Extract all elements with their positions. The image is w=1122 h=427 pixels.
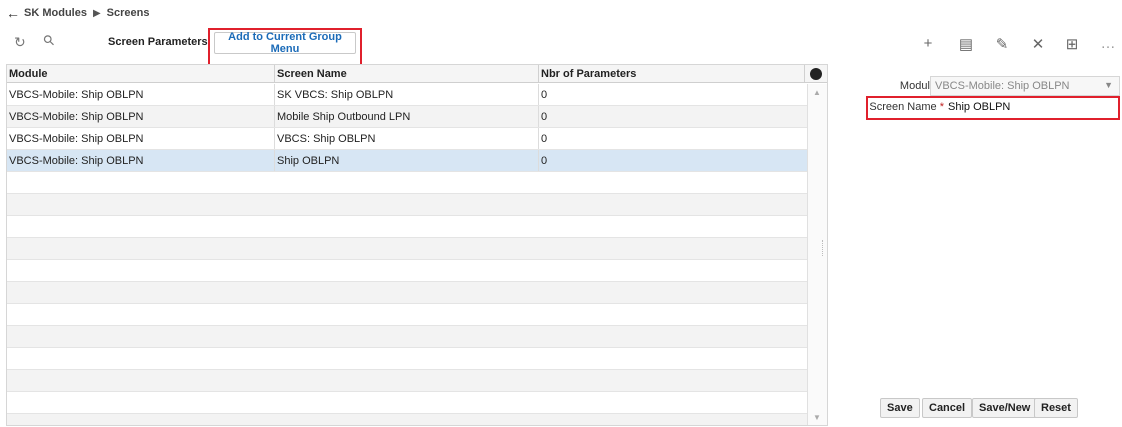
empty-table-row — [7, 194, 807, 216]
empty-table-row — [7, 216, 807, 238]
refresh-icon[interactable]: ↻ — [14, 34, 26, 51]
screens-grid: Module Screen Name Nbr of Parameters VBC… — [6, 64, 828, 426]
search-icon[interactable]: ⚲ — [39, 31, 58, 50]
cell-screen-name[interactable]: Ship OBLPN — [275, 150, 539, 171]
gear-icon[interactable] — [810, 67, 822, 80]
edit-icon[interactable]: ✎ — [992, 35, 1012, 53]
empty-table-row — [7, 238, 807, 260]
cell-nbr-of-parameters[interactable]: 0 — [539, 84, 805, 105]
more-icon[interactable]: … — [1098, 35, 1118, 52]
empty-table-row — [7, 326, 807, 348]
column-header-screen-name[interactable]: Screen Name — [275, 65, 539, 82]
breadcrumb-item-screens: Screens — [106, 7, 150, 19]
cell-module[interactable]: VBCS-Mobile: Ship OBLPN — [7, 150, 275, 171]
empty-table-row — [7, 260, 807, 282]
module-select[interactable]: VBCS-Mobile: Ship OBLPN ▼ — [930, 76, 1120, 96]
add-icon[interactable]: + — [918, 35, 938, 52]
column-header-nbr-of-parameters[interactable]: Nbr of Parameters — [539, 65, 805, 82]
column-settings-button[interactable] — [805, 65, 827, 82]
grid-body: VBCS-Mobile: Ship OBLPN SK VBCS: Ship OBL… — [7, 84, 807, 425]
panel-splitter-handle[interactable] — [822, 240, 825, 256]
cancel-button[interactable]: Cancel — [922, 398, 973, 418]
empty-table-row — [7, 282, 807, 304]
grid-header: Module Screen Name Nbr of Parameters — [7, 65, 827, 83]
reset-button[interactable]: Reset — [1034, 398, 1078, 418]
table-row[interactable]: VBCS-Mobile: Ship OBLPN Ship OBLPN 0 — [7, 150, 807, 172]
screen-name-label-text: Screen Name — [869, 101, 937, 113]
table-row[interactable]: VBCS-Mobile: Ship OBLPN Mobile Ship Outbo… — [7, 106, 807, 128]
table-row[interactable]: VBCS-Mobile: Ship OBLPN SK VBCS: Ship OBL… — [7, 84, 807, 106]
scroll-down-icon[interactable]: ▼ — [813, 413, 821, 422]
empty-table-row — [7, 172, 807, 194]
table-row[interactable]: VBCS-Mobile: Ship OBLPN VBCS: Ship OBLPN 0 — [7, 128, 807, 150]
empty-table-row — [7, 414, 807, 425]
cell-nbr-of-parameters[interactable]: 0 — [539, 128, 805, 149]
breadcrumb-item-sk-modules[interactable]: SK Modules — [24, 7, 87, 19]
cell-module[interactable]: VBCS-Mobile: Ship OBLPN — [7, 128, 275, 149]
module-select-value: VBCS-Mobile: Ship OBLPN — [935, 80, 1070, 92]
breadcrumb: ← SK Modules ▶ Screens — [0, 0, 1122, 26]
cell-module[interactable]: VBCS-Mobile: Ship OBLPN — [7, 106, 275, 127]
scroll-up-icon[interactable]: ▲ — [813, 88, 821, 97]
toolbar: ↻ ⚲ Screen Parameters Add to Current Gro… — [0, 28, 1122, 60]
details-icon[interactable]: ▤ — [956, 35, 976, 53]
cell-screen-name[interactable]: SK VBCS: Ship OBLPN — [275, 84, 539, 105]
save-new-button[interactable]: Save/New — [972, 398, 1038, 418]
cell-screen-name[interactable]: Mobile Ship Outbound LPN — [275, 106, 539, 127]
screen-name-field[interactable] — [946, 98, 1118, 116]
back-arrow-icon[interactable]: ← — [6, 5, 24, 21]
add-to-current-group-menu-button[interactable]: Add to Current Group Menu — [214, 31, 356, 55]
required-marker: * — [939, 101, 944, 113]
cell-screen-name[interactable]: VBCS: Ship OBLPN — [275, 128, 539, 149]
column-header-module[interactable]: Module — [7, 65, 275, 82]
cell-module[interactable]: VBCS-Mobile: Ship OBLPN — [7, 84, 275, 105]
empty-table-row — [7, 304, 807, 326]
empty-table-row — [7, 392, 807, 414]
cell-nbr-of-parameters[interactable]: 0 — [539, 150, 805, 171]
breadcrumb-separator-icon: ▶ — [92, 7, 101, 19]
save-button[interactable]: Save — [880, 398, 920, 418]
chevron-down-icon[interactable]: ▼ — [1104, 80, 1113, 90]
cell-nbr-of-parameters[interactable]: 0 — [539, 106, 805, 127]
delete-icon[interactable]: ✕ — [1028, 35, 1048, 53]
export-icon[interactable]: ⊞ — [1062, 35, 1082, 53]
screen-name-label: Screen Name * — [846, 101, 944, 113]
empty-table-row — [7, 370, 807, 392]
screen-parameters-label[interactable]: Screen Parameters — [108, 36, 208, 48]
empty-table-row — [7, 348, 807, 370]
module-label: Module — [899, 80, 936, 92]
